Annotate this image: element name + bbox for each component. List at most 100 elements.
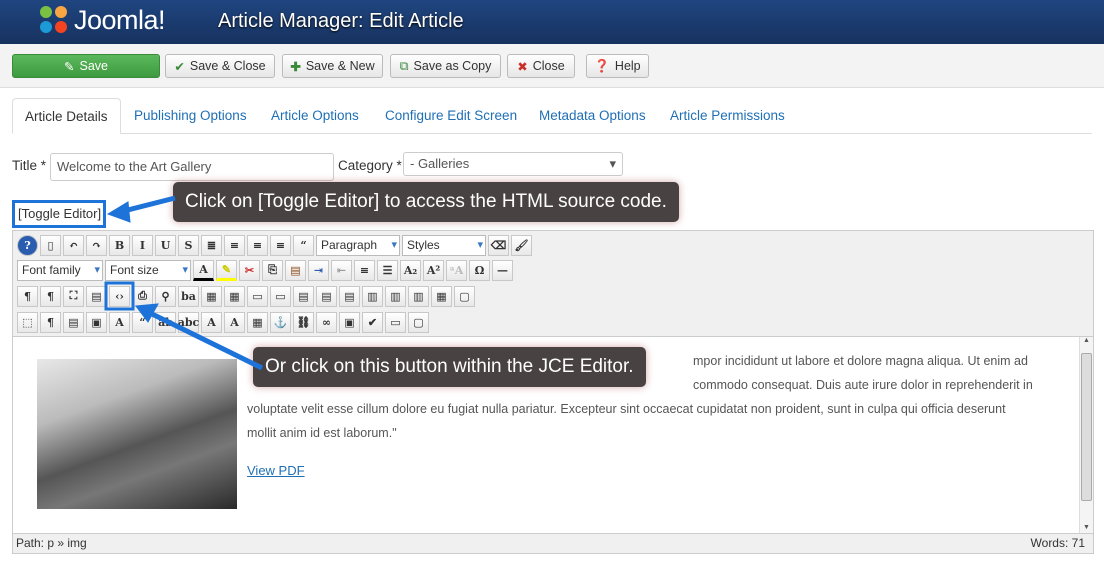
merge-cells-icon[interactable]: ▢ <box>454 285 475 307</box>
italic-icon[interactable]: I <box>132 234 153 256</box>
editor-toolbar: ?▯↶↷BIUS≣≡≡≡“ParagraphStyles⌫🖌 Font fami… <box>13 231 1093 337</box>
hr-icon[interactable]: ▭ <box>385 311 406 333</box>
new-document-icon[interactable]: ▯ <box>40 234 61 256</box>
delete-col-icon[interactable]: ▥ <box>408 285 429 307</box>
tab-article-details[interactable]: Article Details <box>12 98 121 134</box>
logo-text: Joomla! <box>74 4 166 35</box>
align-center-icon[interactable]: ≡ <box>224 234 245 256</box>
highlight-color-icon[interactable]: ✎ <box>216 259 237 281</box>
print-icon[interactable]: ⎙ <box>132 285 153 307</box>
bold-icon[interactable]: B <box>109 234 130 256</box>
unlink-icon[interactable]: ⛓ <box>293 311 314 333</box>
cleanup-icon[interactable]: 🖌 <box>511 234 532 256</box>
delete-table-icon[interactable]: ▦ <box>224 285 245 307</box>
ltr-icon[interactable]: ¶ <box>17 285 38 307</box>
toggle-editor-link[interactable]: [Toggle Editor] <box>12 200 106 228</box>
font-size-select[interactable]: Font size <box>105 259 191 281</box>
blockquote-icon[interactable]: “ <box>293 234 314 256</box>
underline-icon[interactable]: U <box>155 234 176 256</box>
joomla-logo[interactable]: Joomla! <box>38 4 166 36</box>
anchor-box-icon[interactable]: ▣ <box>86 311 107 333</box>
row-props-icon[interactable]: ▭ <box>247 285 268 307</box>
insert-row-before-icon[interactable]: ▤ <box>293 285 314 307</box>
tab-article-options[interactable]: Article Options <box>259 98 371 134</box>
delete-row-icon[interactable]: ▤ <box>339 285 360 307</box>
image-icon[interactable]: ▣ <box>339 311 360 333</box>
del-icon[interactable]: A <box>201 311 222 333</box>
align-justify-icon[interactable]: ≣ <box>201 234 222 256</box>
title-input[interactable]: Welcome to the Art Gallery <box>50 153 334 181</box>
spellcheck-icon[interactable]: ✔ <box>362 311 383 333</box>
save-button[interactable]: ✎ Save <box>12 54 160 78</box>
acronym-icon[interactable]: abc <box>178 311 199 333</box>
attributes-icon[interactable]: ▦ <box>247 311 268 333</box>
styles-select[interactable]: Styles <box>402 234 486 256</box>
scroll-down-icon[interactable]: ▼ <box>1080 524 1093 531</box>
redo-icon[interactable]: ↷ <box>86 234 107 256</box>
tab-configure-edit-screen[interactable]: Configure Edit Screen <box>373 98 529 134</box>
show-blocks-icon[interactable]: ¶ <box>40 311 61 333</box>
insert-row-after-icon[interactable]: ▤ <box>316 285 337 307</box>
save-new-button[interactable]: ✚ Save & New <box>282 54 383 78</box>
indent-icon[interactable]: ⇥ <box>308 259 329 281</box>
horizontal-rule-icon[interactable]: — <box>492 259 513 281</box>
insert-col-before-icon[interactable]: ▥ <box>362 285 383 307</box>
cut-icon[interactable]: ✂ <box>239 259 260 281</box>
layer-icon[interactable]: ▢ <box>408 311 429 333</box>
scroll-up-icon[interactable]: ▲ <box>1080 337 1093 344</box>
preview-icon[interactable]: ▤ <box>86 285 107 307</box>
copy-icon[interactable]: ⎘ <box>262 259 283 281</box>
fullscreen-icon[interactable]: ⛶ <box>63 285 84 307</box>
category-select[interactable]: - Galleries ▾ <box>403 152 623 176</box>
rtl-icon[interactable]: ¶ <box>40 285 61 307</box>
content-line-1: mpor incididunt ut labore et dolore magn… <box>693 354 1028 368</box>
scrollbar-thumb[interactable] <box>1081 353 1092 501</box>
anchor-icon[interactable]: ⚓ <box>270 311 291 333</box>
strikethrough-icon[interactable]: S <box>178 234 199 256</box>
replace-icon[interactable]: ba <box>178 285 199 307</box>
insert-col-after-icon[interactable]: ▥ <box>385 285 406 307</box>
save-close-button[interactable]: ✔ Save & Close <box>165 54 275 78</box>
split-cells-icon[interactable]: ▦ <box>431 285 452 307</box>
table-icon[interactable]: ▦ <box>201 285 222 307</box>
numbered-list-icon[interactable]: ≡ <box>354 259 375 281</box>
cite-icon[interactable]: “ <box>132 311 153 333</box>
special-char-icon[interactable]: Ω <box>469 259 490 281</box>
abbr-icon[interactable]: ab <box>155 311 176 333</box>
bullet-list-icon[interactable]: ☰ <box>377 259 398 281</box>
tab-article-permissions[interactable]: Article Permissions <box>658 98 797 134</box>
cell-props-icon[interactable]: ▭ <box>270 285 291 307</box>
template-icon[interactable]: ▤ <box>63 311 84 333</box>
title-label: Title * <box>12 158 47 173</box>
link-icon[interactable]: ∞ <box>316 311 337 333</box>
view-pdf-link[interactable]: View PDF <box>247 463 305 478</box>
search-icon[interactable]: ⚲ <box>155 285 176 307</box>
align-right-icon[interactable]: ≡ <box>270 234 291 256</box>
close-icon: ✖ <box>517 59 528 74</box>
superscript-icon[interactable]: A² <box>423 259 444 281</box>
content-scrollbar[interactable]: ▲ ▼ <box>1079 337 1093 533</box>
undo-icon[interactable]: ↶ <box>63 234 84 256</box>
font-family-select[interactable]: Font family <box>17 259 103 281</box>
text-color-icon[interactable]: A <box>193 259 214 281</box>
format-select[interactable]: Paragraph <box>316 234 400 256</box>
help-icon[interactable]: ? <box>17 234 38 256</box>
subscript-icon[interactable]: A₂ <box>400 259 421 281</box>
tab-metadata-options[interactable]: Metadata Options <box>527 98 658 134</box>
align-left-icon[interactable]: ≡ <box>247 234 268 256</box>
content-line-2: commodo consequat. Duis aute irure dolor… <box>693 378 1033 392</box>
help-button[interactable]: ❓ Help <box>586 54 649 78</box>
copy-icon: ⧉ <box>399 58 409 73</box>
ins-icon[interactable]: A <box>224 311 245 333</box>
style-icon[interactable]: A <box>109 311 130 333</box>
font-style-icon[interactable]: ᵃA <box>446 259 467 281</box>
tab-publishing-options[interactable]: Publishing Options <box>122 98 259 134</box>
close-button[interactable]: ✖ Close <box>507 54 575 78</box>
eraser-icon[interactable]: ⌫ <box>488 234 509 256</box>
outdent-icon[interactable]: ⇤ <box>331 259 352 281</box>
visual-aid-icon[interactable]: ⬚ <box>17 311 38 333</box>
source-code-icon[interactable]: ‹› <box>109 285 130 307</box>
paste-icon[interactable]: ▤ <box>285 259 306 281</box>
save-copy-button[interactable]: ⧉ Save as Copy <box>390 54 501 78</box>
gallery-image[interactable] <box>37 359 237 509</box>
